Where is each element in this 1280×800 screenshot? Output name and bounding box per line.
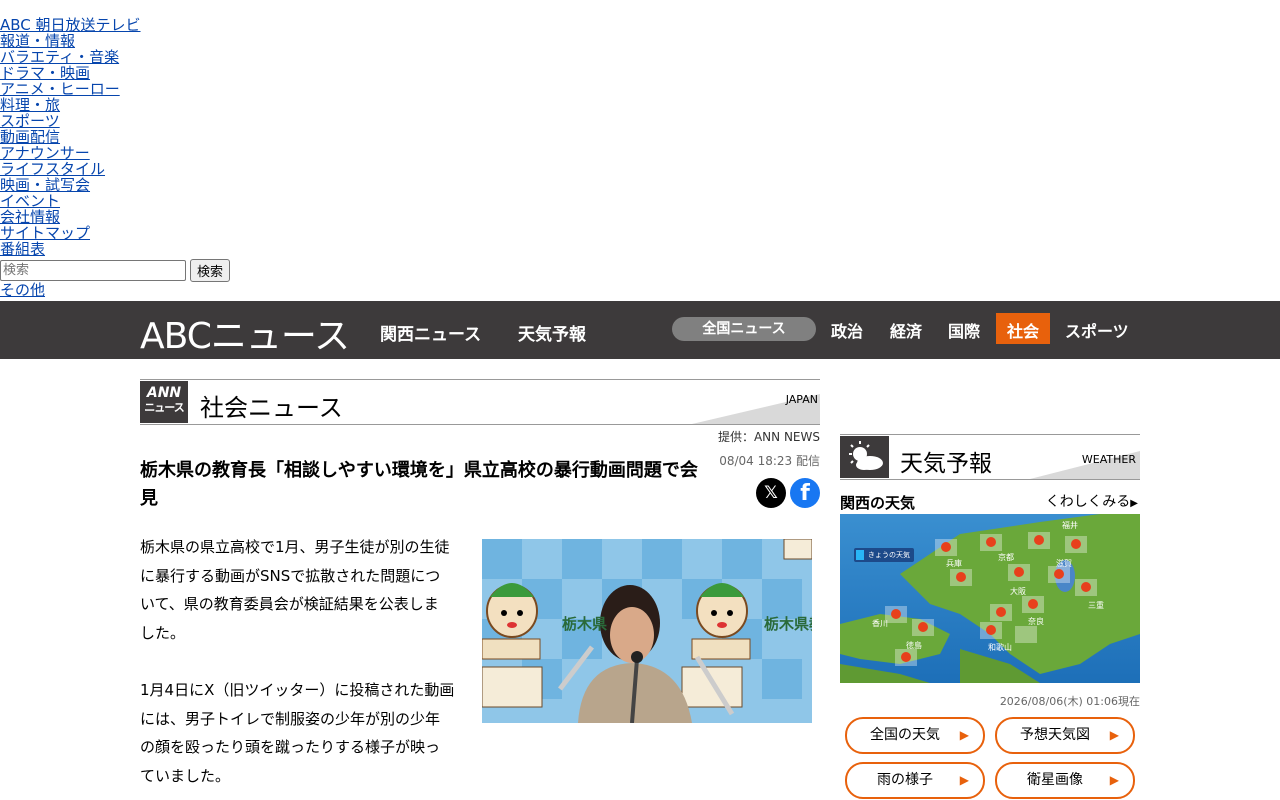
map-city: 香川 [872, 619, 888, 628]
nav-link-sitemap[interactable]: サイトマップ [0, 225, 400, 241]
paragraph-line: いて、県の教育委員会が検証結果を公表しま [140, 595, 439, 613]
nav-link-anime-hero[interactable]: アニメ・ヒーロー [0, 81, 400, 97]
paragraph-line: に暴行する動画がSNSで拡散された問題につ [140, 566, 441, 585]
satellite-image-button[interactable]: 衛星画像 ▶ [995, 762, 1135, 799]
image-text-left: 栃木県 [562, 615, 608, 633]
button-label: 雨の様子 [877, 772, 933, 788]
section-label-en: JAPAN [785, 393, 818, 406]
article-image: 栃木県 栃木県教 [482, 539, 812, 723]
map-city: 徳島 [906, 641, 922, 650]
map-city: 滋賀 [1056, 559, 1072, 568]
nav-link-other[interactable]: その他 [0, 282, 400, 298]
category-sports[interactable]: スポーツ [1065, 318, 1129, 342]
weather-timestamp: 2026/08/06(木) 01:06現在 [999, 695, 1140, 708]
nav-link-announcer[interactable]: アナウンサー [0, 145, 400, 161]
weather-section-title: 天気予報 [900, 451, 992, 477]
article-provider: 提供：ANN NEWS [717, 430, 820, 444]
paragraph-line: 1月4日にX（旧ツイッター）に投稿された動画 [140, 681, 455, 699]
triangle-right-icon: ▶ [1130, 498, 1138, 509]
triangle-right-icon: ▶ [1109, 773, 1119, 787]
nav-link-cooking-travel[interactable]: 料理・旅 [0, 97, 400, 113]
nav-link-sports[interactable]: スポーツ [0, 113, 400, 129]
map-city: 兵庫 [946, 559, 962, 568]
category-society[interactable]: 社会 [1007, 318, 1039, 342]
nav-link-drama-movie[interactable]: ドラマ・映画 [0, 65, 400, 81]
rain-status-button[interactable]: 雨の様子 ▶ [845, 762, 985, 799]
ann-badge-bottom: ニュース [144, 401, 184, 414]
nav-weather[interactable]: 天気予報 [518, 320, 586, 345]
weather-section-header: 天気予報 WEATHER [840, 434, 1140, 480]
article-date: 08/04 18:23 配信 [719, 454, 820, 468]
nav-link-event[interactable]: イベント [0, 193, 400, 209]
map-badge: きょうの天気 [868, 551, 910, 559]
x-share-button[interactable]: 𝕏 [756, 478, 786, 508]
article-headline: 栃木県の教育長「相談しやすい環境を」県立高校の暴行動画問題で会見 [140, 460, 698, 509]
nav-kansai-news[interactable]: 関西ニュース [380, 320, 481, 345]
nav-link-video[interactable]: 動画配信 [0, 129, 400, 145]
kansai-weather-label: 関西の天気 [840, 494, 916, 512]
category-economy[interactable]: 経済 [890, 318, 922, 342]
weather-icon [840, 436, 889, 478]
facebook-share-button[interactable]: f [790, 478, 820, 508]
triangle-right-icon: ▶ [959, 773, 969, 787]
triangle-right-icon: ▶ [1109, 728, 1119, 742]
nav-link-company[interactable]: 会社情報 [0, 209, 400, 225]
section-title: 社会ニュース [200, 394, 343, 422]
forecast-map-button[interactable]: 予想天気図 ▶ [995, 717, 1135, 754]
paragraph-line: した。 [140, 623, 186, 642]
map-city: 奈良 [1028, 617, 1044, 626]
kansai-weather-map[interactable]: きょうの天気 福井 兵庫 京都 滋賀 大阪 三重 香川 奈良 徳島 和歌山 [840, 514, 1140, 683]
nav-link-tv-guide[interactable]: 番組表 [0, 241, 400, 257]
category-politics[interactable]: 政治 [831, 318, 863, 342]
category-international[interactable]: 国際 [948, 318, 980, 342]
button-label: 予想天気図 [1020, 727, 1090, 743]
triangle-right-icon: ▶ [959, 728, 969, 742]
search-button[interactable]: 検索 [190, 258, 231, 282]
map-city: 京都 [998, 553, 1014, 562]
paragraph-line: ていました。 [140, 766, 231, 785]
ann-news-badge: ANN ニュース [140, 381, 188, 423]
nav-link-news-info[interactable]: 報道・情報 [0, 33, 400, 49]
nav-link-movie-preview[interactable]: 映画・試写会 [0, 177, 400, 193]
weather-more-link[interactable]: くわしくみる▶ [1046, 491, 1138, 511]
search-input[interactable] [0, 259, 186, 281]
top-navigation: ABC 朝日放送テレビ 報道・情報 バラエティ・音楽 ドラマ・映画 アニメ・ヒー… [0, 17, 400, 298]
nav-link-abc[interactable]: ABC 朝日放送テレビ [0, 17, 400, 33]
button-label: 全国の天気 [870, 727, 940, 743]
national-news-pill[interactable]: 全国ニュース [672, 317, 816, 341]
article-paragraph-2: 1月4日にX（旧ツイッター）に投稿された動画 には、男子トイレで制服姿の少年が別… [140, 676, 472, 790]
facebook-icon: f [800, 481, 810, 506]
button-label: 衛星画像 [1027, 772, 1083, 788]
paragraph-line: の顔を殴ったり頭を蹴ったりする様子が映っ [140, 738, 441, 756]
map-city: 和歌山 [988, 643, 1012, 652]
site-logo[interactable]: ABCニュース [140, 307, 350, 359]
map-city: 大阪 [1010, 587, 1026, 596]
nav-link-variety-music[interactable]: バラエティ・音楽 [0, 49, 400, 65]
article-paragraph-1: 栃木県の県立高校で1月、男子生徒が別の生徒 に暴行する動画がSNSで拡散された問… [140, 533, 472, 647]
more-link-label: くわしくみる [1045, 494, 1131, 510]
search-row: 検索 [0, 258, 400, 282]
image-text-right: 栃木県教 [764, 615, 812, 633]
ann-badge-top: ANN [146, 385, 182, 401]
map-city: 福井 [1062, 521, 1078, 530]
paragraph-line: 栃木県の県立高校で1月、男子生徒が別の生徒 [140, 538, 450, 556]
section-header: ANN ニュース 社会ニュース JAPAN [140, 379, 820, 425]
map-city: 三重 [1088, 601, 1104, 610]
x-icon: 𝕏 [764, 483, 778, 503]
national-weather-button[interactable]: 全国の天気 ▶ [845, 717, 985, 754]
paragraph-line: には、男子トイレで制服姿の少年が別の少年 [140, 709, 441, 728]
weather-label-en: WEATHER [1081, 453, 1136, 466]
nav-link-lifestyle[interactable]: ライフスタイル [0, 161, 400, 177]
